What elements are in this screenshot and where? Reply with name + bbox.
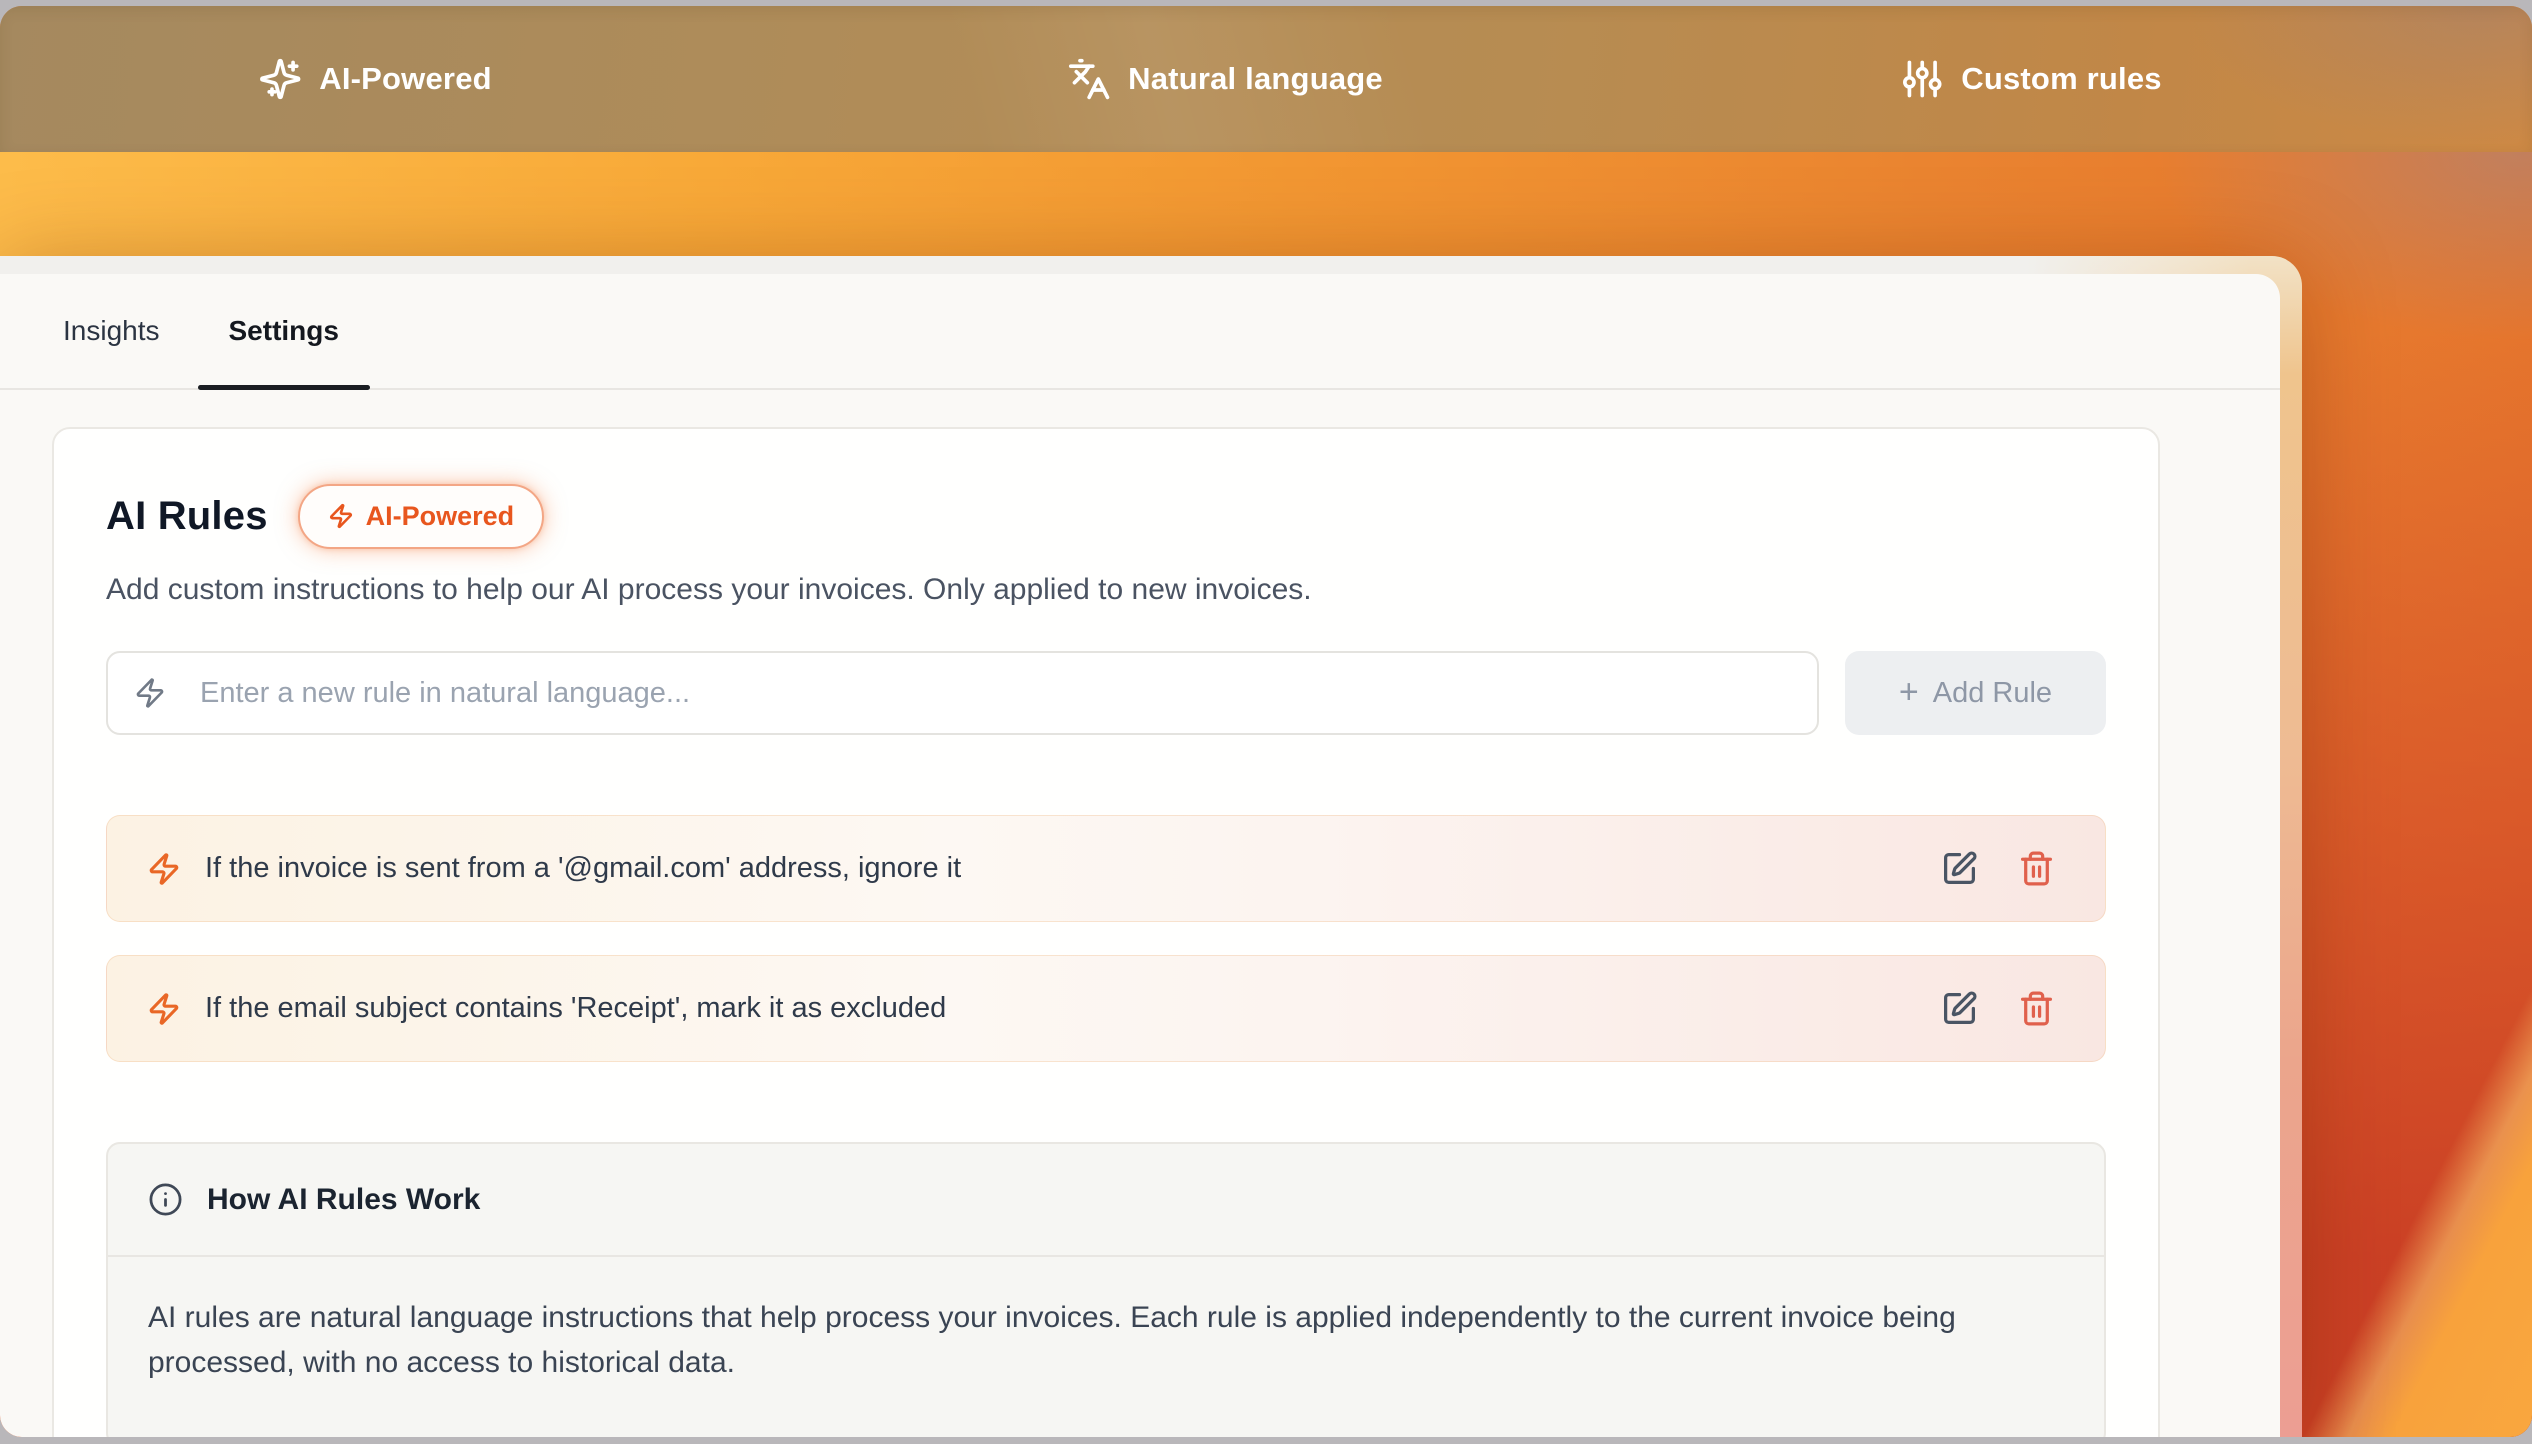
bolt-icon: [147, 852, 181, 886]
window-content: Insights Settings AI Rules AI-Powered: [0, 274, 2280, 1437]
info-icon: [148, 1182, 183, 1217]
add-rule-row: + Add Rule: [106, 651, 2106, 735]
rule-text: If the invoice is sent from a '@gmail.co…: [205, 852, 961, 885]
ai-rules-card: AI Rules AI-Powered Add custom instructi…: [52, 427, 2160, 1437]
sparkles-icon: [258, 57, 302, 101]
rule-actions: [1941, 990, 2055, 1027]
page-title: AI Rules: [106, 494, 268, 539]
banner-feature-label: AI-Powered: [319, 61, 492, 97]
add-rule-button[interactable]: + Add Rule: [1845, 651, 2106, 735]
tab-label: Settings: [229, 315, 339, 347]
rules-list: If the invoice is sent from a '@gmail.co…: [106, 815, 2106, 1062]
info-title: How AI Rules Work: [207, 1183, 480, 1217]
info-body: AI rules are natural language instructio…: [108, 1257, 2068, 1437]
rule-input-wrap: [106, 651, 1819, 735]
trash-icon: [2018, 850, 2055, 887]
tab-settings[interactable]: Settings: [198, 274, 370, 388]
delete-rule-button[interactable]: [2018, 850, 2055, 887]
tab-label: Insights: [63, 315, 160, 347]
rule-actions: [1941, 850, 2055, 887]
languages-icon: [1067, 57, 1111, 101]
tab-insights[interactable]: Insights: [32, 274, 191, 388]
bolt-icon: [147, 992, 181, 1026]
plus-icon: +: [1899, 675, 1919, 709]
sliders-icon: [1900, 57, 1944, 101]
card-header: AI Rules AI-Powered: [106, 483, 2106, 549]
bolt-icon: [328, 503, 354, 529]
edit-icon: [1941, 990, 1978, 1027]
tab-bar: Insights Settings: [0, 274, 2280, 390]
banner-feature-natural-language: Natural language: [1067, 6, 1383, 152]
feature-banner: AI-Powered Natural language Custom rules: [0, 6, 2532, 152]
delete-rule-button[interactable]: [2018, 990, 2055, 1027]
app-window: Insights Settings AI Rules AI-Powered: [0, 256, 2302, 1437]
edit-rule-button[interactable]: [1941, 990, 1978, 1027]
edit-icon: [1941, 850, 1978, 887]
info-header: How AI Rules Work: [108, 1144, 2104, 1257]
add-rule-label: Add Rule: [1933, 677, 2052, 710]
banner-feature-custom-rules: Custom rules: [1900, 6, 2162, 152]
window-top-edge: [0, 256, 2252, 274]
badge-label: AI-Powered: [366, 501, 515, 532]
card-description: Add custom instructions to help our AI p…: [106, 573, 2106, 607]
edit-rule-button[interactable]: [1941, 850, 1978, 887]
ai-powered-badge: AI-Powered: [298, 484, 545, 549]
banner-feature-label: Custom rules: [1961, 61, 2162, 97]
how-rules-work-box: How AI Rules Work AI rules are natural l…: [106, 1142, 2106, 1437]
banner-feature-label: Natural language: [1128, 61, 1383, 97]
screenshot-frame: AI-Powered Natural language Custom rules…: [0, 6, 2532, 1437]
trash-icon: [2018, 990, 2055, 1027]
banner-feature-ai-powered: AI-Powered: [258, 6, 492, 152]
rule-text: If the email subject contains 'Receipt',…: [205, 992, 946, 1025]
new-rule-input[interactable]: [106, 651, 1819, 735]
rule-row: If the invoice is sent from a '@gmail.co…: [106, 815, 2106, 922]
rule-row: If the email subject contains 'Receipt',…: [106, 955, 2106, 1062]
